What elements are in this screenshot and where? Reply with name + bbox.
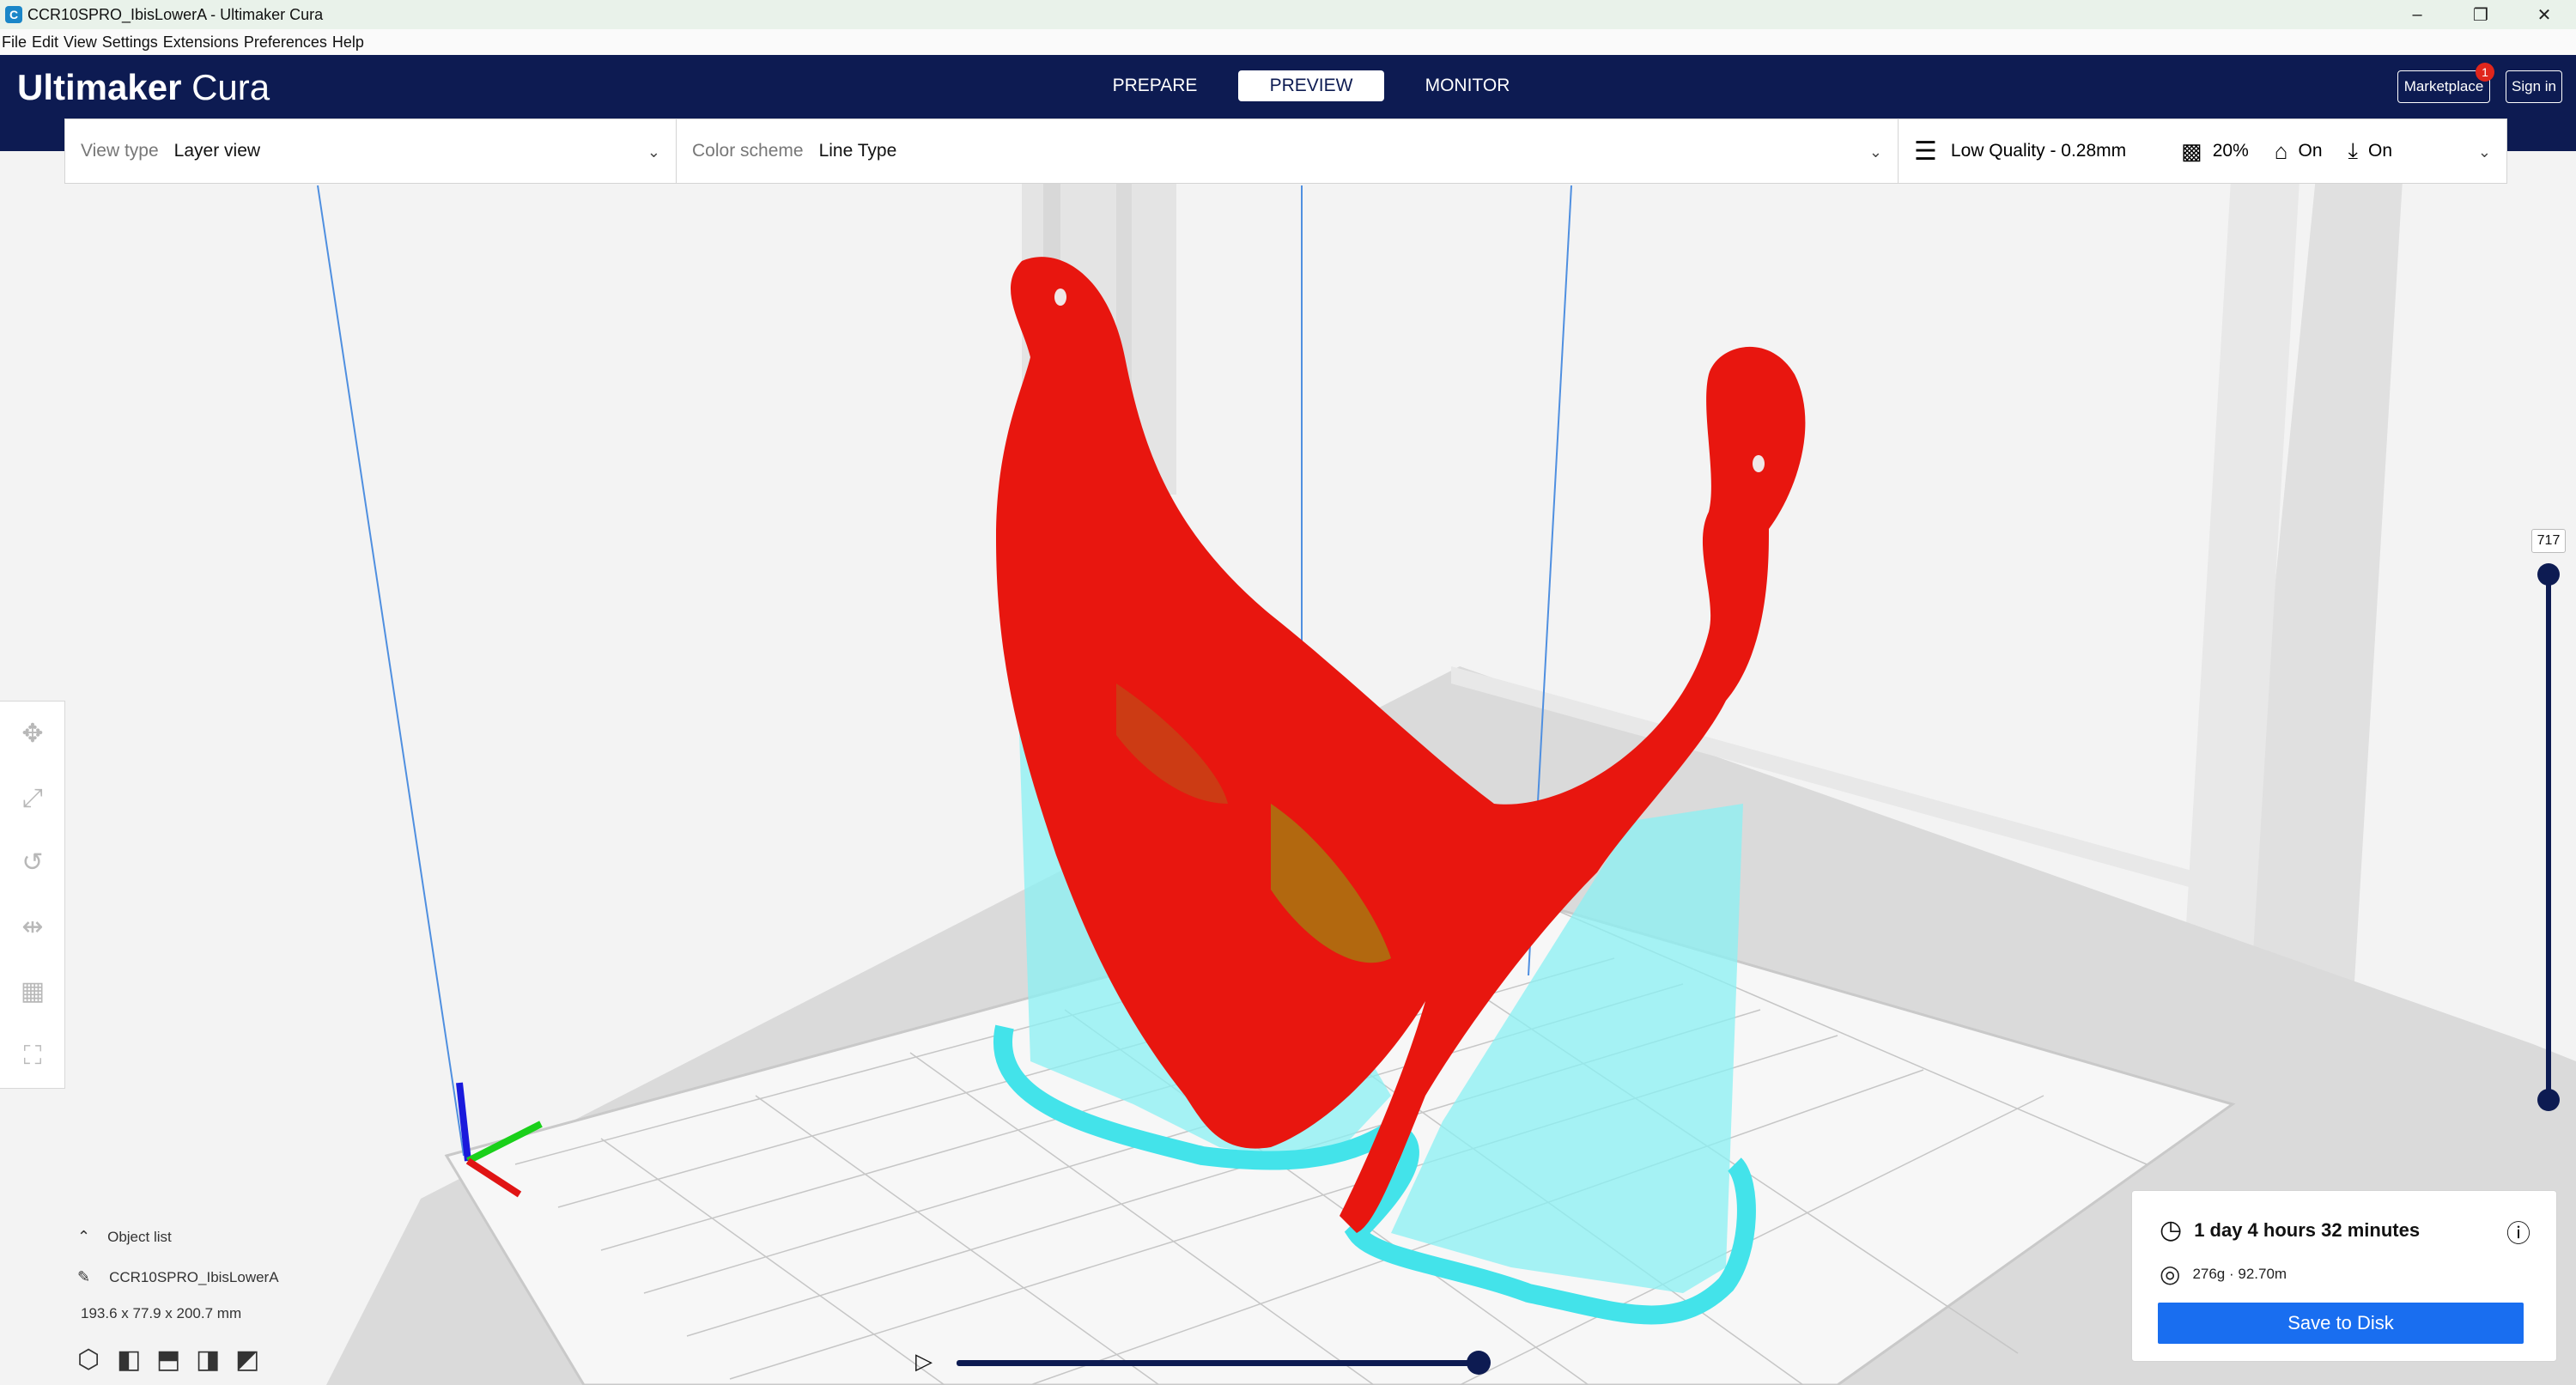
menu-file[interactable]: File <box>2 33 27 52</box>
adhesion-icon: ⤓ <box>2348 137 2359 163</box>
tab-prepare[interactable]: PREPARE <box>1082 70 1228 101</box>
rotate-tool-icon[interactable]: ↺ <box>0 830 65 895</box>
menu-view[interactable]: View <box>64 33 97 52</box>
marketplace-label: Marketplace <box>2403 78 2484 94</box>
layer-number[interactable]: 717 <box>2531 529 2566 553</box>
support-value: On <box>2298 141 2323 161</box>
scale-tool-icon[interactable]: ⤢ <box>0 766 65 830</box>
menu-extensions[interactable]: Extensions <box>163 33 239 52</box>
play-icon[interactable]: ▷ <box>915 1348 933 1375</box>
color-scheme-value: Line Type <box>818 141 897 161</box>
layer-slider[interactable]: 717 <box>2531 529 2566 1113</box>
timeline-handle[interactable] <box>1467 1351 1491 1375</box>
menu-settings[interactable]: Settings <box>102 33 158 52</box>
mirror-tool-icon[interactable]: ⇹ <box>0 895 65 959</box>
right-view-icon[interactable]: ◩ <box>235 1345 275 1375</box>
tab-monitor[interactable]: MONITOR <box>1394 70 1540 101</box>
support-blocker-icon[interactable]: ⛶ <box>0 1024 65 1088</box>
menu-help[interactable]: Help <box>332 33 364 52</box>
layer-slider-track <box>2546 572 2551 1096</box>
material-row: ◎ 276g · 92.70m <box>2160 1260 2287 1288</box>
stage-tabs: PREPARE PREVIEW MONITOR <box>1082 70 1551 101</box>
clock-icon: ◷ <box>2160 1216 2183 1244</box>
tool-panel: ✥ ⤢ ↺ ⇹ ▦ ⛶ <box>0 701 65 1089</box>
save-to-disk-button[interactable]: Save to Disk <box>2158 1303 2524 1344</box>
left-view-icon[interactable]: ◨ <box>196 1345 235 1375</box>
cura-app-icon: C <box>5 6 22 23</box>
view-type-dropdown[interactable]: View type Layer view ⌄ <box>65 119 677 183</box>
quality-profile: Low Quality - 0.28mm <box>1950 141 2127 161</box>
move-tool-icon[interactable]: ✥ <box>0 702 65 766</box>
settings-sliders-icon: ☰ <box>1914 137 1937 166</box>
top-view-icon[interactable]: ⬒ <box>156 1345 196 1375</box>
spool-icon: ◎ <box>2160 1260 2181 1287</box>
signin-button[interactable]: Sign in <box>2506 70 2562 103</box>
menu-bar: File Edit View Settings Extensions Prefe… <box>0 29 2576 55</box>
chevron-down-icon: ⌄ <box>647 143 660 161</box>
minimize-button[interactable]: – <box>2385 0 2449 29</box>
window-titlebar: C CCR10SPRO_IbisLowerA - Ultimaker Cura … <box>0 0 2576 29</box>
camera-view-buttons: ⬡ ◧ ⬒ ◨ ◩ <box>77 1345 279 1375</box>
timeline-track[interactable] <box>957 1360 1480 1366</box>
infill-value: 20% <box>2212 141 2249 161</box>
chevron-down-icon: ⌄ <box>1868 143 1882 161</box>
simulation-timeline: ▷ <box>915 1345 1499 1379</box>
3d-view-icon[interactable]: ⬡ <box>77 1345 117 1375</box>
layer-slider-lower-handle[interactable] <box>2537 1089 2560 1111</box>
ultimaker-cura-logo: Ultimaker Cura <box>17 67 270 108</box>
support-icon: ⌂ <box>2274 137 2288 164</box>
object-list-panel: ⌃ Object list ✎ CCR10SPRO_IbisLowerA 193… <box>77 1228 279 1375</box>
window-controls: – ❐ ✕ <box>2385 0 2576 29</box>
tab-preview[interactable]: PREVIEW <box>1238 70 1384 101</box>
view-type-label: View type <box>81 141 159 161</box>
object-dimensions: 193.6 x 77.9 x 200.7 mm <box>81 1305 242 1321</box>
color-scheme-label: Color scheme <box>692 141 804 161</box>
per-model-settings-icon[interactable]: ▦ <box>0 959 65 1024</box>
menu-preferences[interactable]: Preferences <box>244 33 327 52</box>
object-list-header[interactable]: ⌃ Object list <box>77 1228 279 1246</box>
material-usage: 276g · 92.70m <box>2192 1265 2287 1282</box>
view-type-value: Layer view <box>173 141 261 161</box>
restore-button[interactable]: ❐ <box>2449 0 2512 29</box>
color-scheme-dropdown[interactable]: Color scheme Line Type ⌄ <box>677 119 1899 183</box>
3d-viewport[interactable]: ✥ ⤢ ↺ ⇹ ▦ ⛶ 717 ⌃ Object list ✎ CCR10SPR… <box>0 151 2576 1385</box>
marketplace-button[interactable]: Marketplace 1 <box>2397 63 2494 103</box>
view-toolbar: View type Layer view ⌄ Color scheme Line… <box>64 118 2507 184</box>
info-icon[interactable]: ⓘ <box>2506 1215 2530 1249</box>
print-settings-button[interactable]: ☰ Low Quality - 0.28mm ▩ 20% ⌂ On ⤓ On ⌄ <box>1899 119 2506 183</box>
logo-bold: Ultimaker <box>17 67 182 107</box>
chevron-up-icon: ⌃ <box>77 1228 91 1245</box>
object-row[interactable]: ✎ CCR10SPRO_IbisLowerA <box>77 1268 279 1286</box>
layer-slider-upper-handle[interactable] <box>2537 563 2560 586</box>
logo-light: Cura <box>191 67 270 107</box>
print-time: 1 day 4 hours 32 minutes <box>2194 1218 2421 1241</box>
object-name: CCR10SPRO_IbisLowerA <box>109 1268 279 1285</box>
adhesion-value: On <box>2368 141 2393 161</box>
pencil-icon: ✎ <box>77 1268 91 1285</box>
notification-badge: 1 <box>2476 63 2494 82</box>
object-list-label: Object list <box>107 1228 172 1245</box>
print-summary-panel: ◷ 1 day 4 hours 32 minutes ⓘ ◎ 276g · 92… <box>2131 1190 2557 1362</box>
menu-edit[interactable]: Edit <box>32 33 58 52</box>
front-view-icon[interactable]: ◧ <box>117 1345 156 1375</box>
infill-icon: ▩ <box>2181 137 2202 164</box>
chevron-down-icon: ⌄ <box>2477 143 2491 161</box>
print-time-row: ◷ 1 day 4 hours 32 minutes <box>2160 1215 2420 1245</box>
window-title: CCR10SPRO_IbisLowerA - Ultimaker Cura <box>27 5 324 23</box>
close-button[interactable]: ✕ <box>2512 0 2576 29</box>
